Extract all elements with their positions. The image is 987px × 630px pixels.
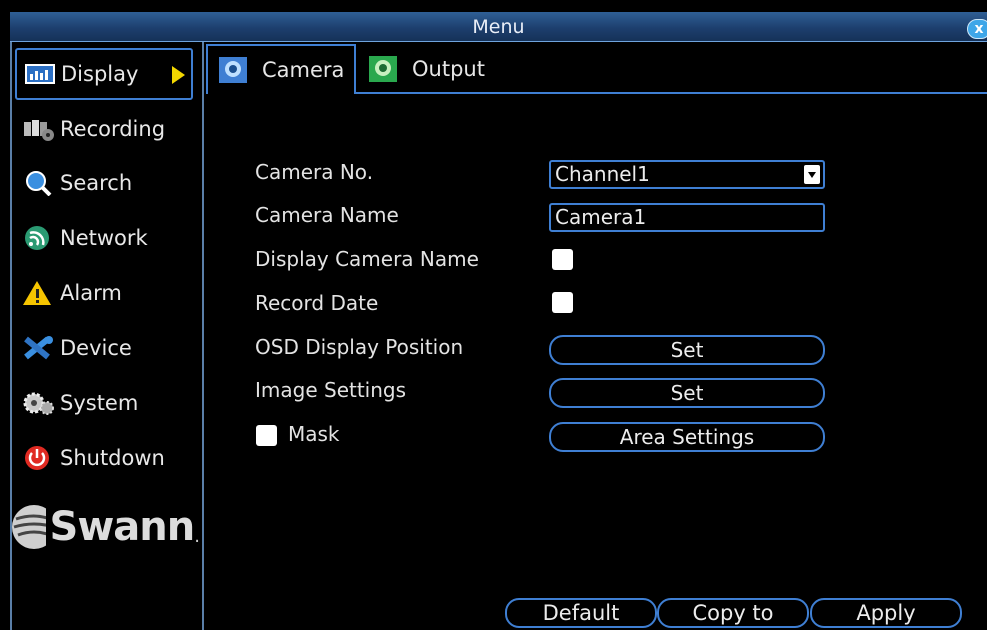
tab-camera[interactable]: Camera	[206, 44, 356, 94]
area-settings-button[interactable]: Area Settings	[549, 422, 825, 452]
display-camera-name-checkbox[interactable]	[552, 249, 573, 270]
display-icon	[23, 61, 57, 87]
logo-dot: .	[194, 525, 200, 547]
mask-label: Mask	[288, 422, 340, 446]
sidebar-item-device[interactable]: Device	[16, 322, 202, 374]
close-button[interactable]: x	[967, 19, 987, 39]
tab-output[interactable]: Output	[358, 44, 518, 94]
sidebar-item-label: Network	[60, 226, 148, 250]
sidebar-divider	[202, 42, 204, 630]
sidebar-item-alarm[interactable]: Alarm	[16, 267, 202, 319]
tab-label: Camera	[262, 58, 345, 82]
sidebar-item-label: System	[60, 391, 139, 415]
record-date-label: Record Date	[255, 291, 379, 315]
sidebar-item-label: Device	[60, 336, 132, 360]
search-icon	[22, 170, 56, 197]
record-date-checkbox[interactable]	[552, 292, 573, 313]
device-icon	[22, 335, 56, 361]
copy-to-button[interactable]: Copy to	[657, 598, 809, 628]
osd-position-label: OSD Display Position	[255, 335, 464, 359]
logo-text: Swann	[49, 504, 196, 550]
window-title: Menu	[472, 16, 525, 38]
camera-name-label: Camera Name	[255, 203, 399, 227]
sidebar-item-recording[interactable]: Recording	[16, 103, 202, 155]
display-camera-name-label: Display Camera Name	[255, 247, 479, 271]
mask-checkbox[interactable]	[256, 425, 277, 446]
camera-no-value: Channel1	[555, 162, 650, 186]
recording-icon	[22, 116, 56, 142]
sidebar-item-label: Alarm	[60, 281, 122, 305]
alarm-icon	[22, 280, 56, 306]
shutdown-icon	[22, 445, 56, 471]
camera-name-input[interactable]: Camera1	[549, 203, 825, 232]
default-button[interactable]: Default	[505, 598, 657, 628]
system-icon	[22, 390, 56, 416]
camera-tab-icon	[219, 57, 247, 83]
image-settings-label: Image Settings	[255, 378, 407, 402]
camera-no-label: Camera No.	[255, 160, 374, 184]
title-bar: Menu x	[10, 12, 987, 42]
image-settings-set-button[interactable]: Set	[549, 378, 825, 408]
sidebar-item-search[interactable]: Search	[16, 157, 202, 209]
swann-logo-icon	[12, 505, 46, 549]
sidebar-item-label: Search	[60, 171, 133, 195]
tab-bar: Camera Output	[206, 44, 987, 94]
osd-set-button[interactable]: Set	[549, 335, 825, 365]
tab-label: Output	[412, 57, 485, 81]
output-tab-icon	[369, 56, 397, 82]
sidebar-item-network[interactable]: Network	[16, 212, 202, 264]
active-arrow-icon	[172, 66, 185, 84]
chevron-down-icon[interactable]	[804, 165, 820, 184]
sidebar-item-label: Recording	[60, 117, 166, 141]
swann-logo: Swann .	[10, 500, 200, 554]
apply-button[interactable]: Apply	[810, 598, 962, 628]
sidebar-item-label: Display	[61, 62, 139, 86]
tab-underline	[356, 92, 987, 94]
sidebar-item-system[interactable]: System	[16, 377, 202, 429]
sidebar-item-display[interactable]: Display	[15, 48, 193, 100]
network-icon	[22, 225, 56, 251]
sidebar-item-shutdown[interactable]: Shutdown	[16, 432, 202, 484]
camera-no-select[interactable]: Channel1	[549, 160, 825, 189]
sidebar-item-label: Shutdown	[60, 446, 165, 470]
